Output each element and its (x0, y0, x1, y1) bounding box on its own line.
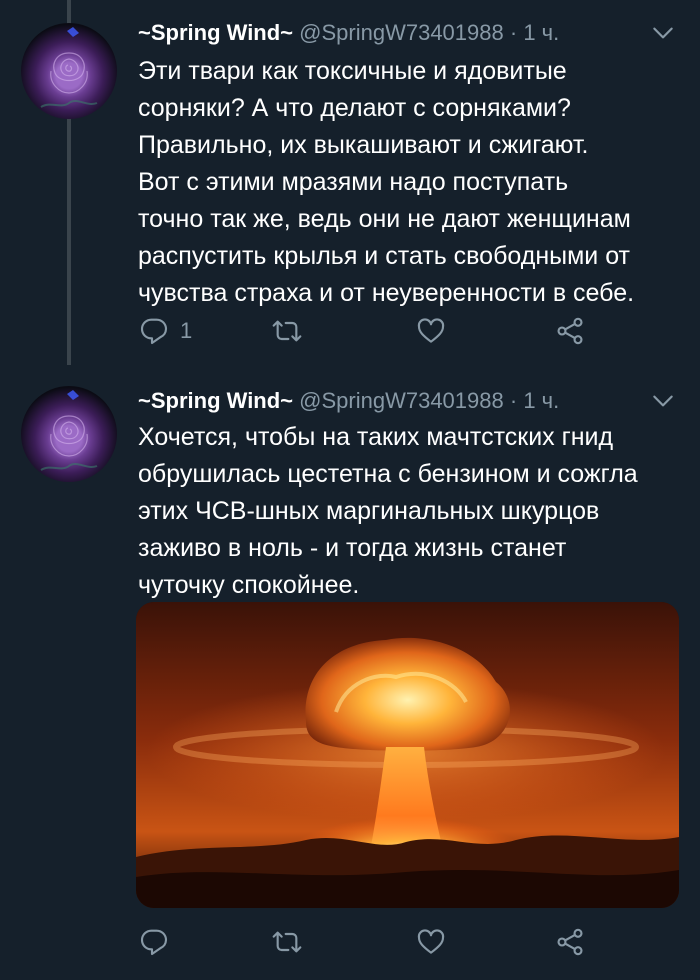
tweet-text: Хочется, чтобы на таких мачтстских гнид … (138, 423, 638, 599)
retweet-icon (272, 320, 302, 342)
author-handle[interactable]: @SpringW73401988 (299, 388, 504, 413)
share-icon (557, 928, 583, 956)
author-name[interactable]: ~Spring Wind~ (138, 388, 293, 413)
retweet-icon (272, 931, 302, 953)
mushroom-cloud-explosion-image (136, 602, 679, 908)
timestamp[interactable]: 1 ч. (523, 20, 559, 45)
reply-count: 1 (180, 318, 193, 343)
tweet-actions (138, 922, 608, 962)
separator-dot: · (509, 20, 518, 45)
like-button[interactable] (415, 922, 447, 962)
tweet-header: ~Spring Wind~ @SpringW73401988 · 1 ч. (138, 17, 680, 49)
like-icon (417, 929, 445, 954)
retweet-button[interactable] (271, 922, 303, 962)
avatar[interactable] (21, 23, 117, 119)
timestamp[interactable]: 1 ч. (523, 388, 559, 413)
share-icon (557, 317, 583, 345)
avatar[interactable] (21, 386, 117, 482)
share-button[interactable] (554, 922, 586, 962)
tweet-media-image[interactable] (136, 602, 679, 908)
tweet-actions: 1 (138, 311, 608, 351)
tweet-text: Эти твари как токсичные и ядовитые сорня… (138, 57, 635, 307)
share-button[interactable] (554, 311, 586, 351)
rose-avatar-image (40, 390, 98, 471)
reply-button[interactable] (138, 922, 170, 962)
chevron-down-icon[interactable] (650, 388, 676, 414)
like-button[interactable] (415, 311, 447, 351)
chevron-down-icon[interactable] (650, 20, 676, 46)
rose-avatar-image (40, 27, 98, 108)
retweet-button[interactable] (271, 311, 303, 351)
tweet-header: ~Spring Wind~ @SpringW73401988 · 1 ч. (138, 385, 680, 417)
reply-icon (140, 929, 168, 956)
tweet[interactable]: ~Spring Wind~ @SpringW73401988 · 1 ч. Эт… (0, 0, 700, 370)
tweet[interactable]: ~Spring Wind~ @SpringW73401988 · 1 ч. Хо… (0, 370, 700, 980)
author-handle[interactable]: @SpringW73401988 (299, 20, 504, 45)
like-icon (417, 318, 445, 343)
reply-button[interactable]: 1 (138, 311, 192, 351)
reply-icon (140, 318, 168, 345)
separator-dot: · (509, 388, 518, 413)
author-name[interactable]: ~Spring Wind~ (138, 20, 293, 45)
